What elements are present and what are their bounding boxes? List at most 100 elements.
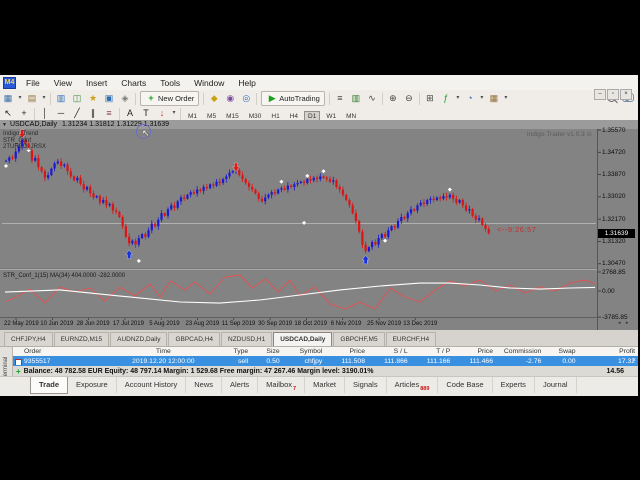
menu-view[interactable]: View [47,78,79,88]
chart-tab-eurchf-h4[interactable]: EURCHF,H4 [386,332,436,346]
time-scale-label: 11 Sep 2019 [222,321,256,327]
metaeditor-icon[interactable]: ◆ [207,92,221,105]
autotrading-label: AutoTrading [279,94,320,103]
scroll-arrows[interactable]: ◂ ▸ [618,320,630,326]
column-header-order[interactable]: Order [13,347,110,356]
menu-file[interactable]: File [19,78,47,88]
menu-charts[interactable]: Charts [114,78,153,88]
chart-canvas[interactable] [0,129,638,330]
column-header-size[interactable]: Size [251,347,282,356]
label-tool-icon[interactable]: T [139,107,153,120]
new-chart-icon[interactable]: ▦ [1,92,15,105]
channel-tool-icon[interactable]: ∥ [86,107,100,120]
profiles-icon[interactable]: ▤ [25,92,39,105]
chart-tab-audnzd-daily[interactable]: AUDNZD,Daily [110,332,167,346]
terminal-tab-journal[interactable]: Journal [535,377,577,393]
time-scale-label: 17 Jul 2019 [113,321,144,327]
terminal-tab-articles[interactable]: Articles889 [387,377,439,393]
zoom-out-icon[interactable]: ⊖ [402,92,416,105]
menu-window[interactable]: Window [187,78,231,88]
candle-chart-icon[interactable]: ▥ [349,92,363,105]
text-tool-icon[interactable]: A [123,107,137,120]
time-scale-label: 18 Oct 2019 [294,321,327,327]
time-scale-label: 23 Aug 2019 [186,321,220,327]
order-row[interactable]: 93555172019.12.20 12:00:00sell0.50chfjpy… [13,356,638,366]
horizontal-line-tool-icon[interactable]: ─ [54,107,68,120]
minimize-button[interactable]: – [594,89,606,100]
menu-help[interactable]: Help [231,78,262,88]
indicators-dropdown-icon[interactable]: ▾ [455,92,461,105]
terminal-tab-alerts[interactable]: Alerts [222,377,258,393]
chart-tab-nzdusd-h1[interactable]: NZDUSD,H1 [221,332,272,346]
chart-marker-diamond [383,239,387,243]
menu-tools[interactable]: Tools [153,78,187,88]
menu-insert[interactable]: Insert [79,78,114,88]
column-header-time[interactable]: Time [110,347,217,356]
terminal-tab-mailbox[interactable]: Mailbox7 [258,377,305,393]
arrows-tool-icon[interactable]: ↓ [155,107,169,120]
chart-tab-chfjpy-h4[interactable]: CHFJPY,H4 [4,332,53,346]
column-header-commission[interactable]: Commission [496,347,544,356]
close-button[interactable]: × [620,89,632,100]
terminal-tab-code-base[interactable]: Code Base [438,377,492,393]
navigator-icon[interactable]: ★ [86,92,100,105]
order-cell-7: 111.166 [411,357,454,365]
terminal-tab-signals[interactable]: Signals [345,377,387,393]
arrows-dropdown-icon[interactable]: ▾ [171,107,177,120]
market-watch-icon[interactable]: ▥ [54,92,68,105]
periods-icon[interactable]: ◔ [463,92,477,105]
templates-icon[interactable]: ▦ [487,92,501,105]
chart-marker-diamond [4,164,8,168]
restore-button[interactable]: ▫ [607,89,619,100]
line-studies-toolbar: ↖ + │ ─ ╱ ∥ ≡ A T ↓ ▾ M1M5M15M30H1H4D1W1… [0,107,638,121]
mql-community-icon[interactable]: ◉ [223,92,237,105]
chart-tab-gbpcad-h4[interactable]: GBPCAD,H4 [168,332,220,346]
terminal-tab-experts[interactable]: Experts [493,377,535,393]
column-header-swap[interactable]: Swap [544,347,578,356]
chart-dropdown-icon[interactable]: ▼ [2,122,7,128]
chart-tab-eurnzd-m15[interactable]: EURNZD,M15 [54,332,110,346]
trendline-tool-icon[interactable]: ╱ [70,107,84,120]
terminal-tab-news[interactable]: News [186,377,222,393]
profiles-dropdown-icon[interactable]: ▾ [41,92,47,105]
terminal-tab-trade[interactable]: Trade [30,377,68,394]
periods-dropdown-icon[interactable]: ▾ [479,92,485,105]
column-header-price[interactable]: Price [453,347,496,356]
chart-area[interactable]: Indigo_TrendSTR_Conf2TURBO_JRSX Indigo.T… [0,129,638,330]
bar-chart-icon[interactable]: ≡ [333,92,347,105]
line-chart-icon[interactable]: ∿ [365,92,379,105]
chart-tab-gbpchf-m5[interactable]: GBPCHF,M5 [333,332,384,346]
terminal-tab-account-history[interactable]: Account History [117,377,187,393]
column-header-symbol[interactable]: Symbol [283,347,326,356]
zoom-in-icon[interactable]: ⊕ [386,92,400,105]
column-header-price[interactable]: Price [325,347,368,356]
data-window-icon[interactable]: ◫ [70,92,84,105]
close-order-icon[interactable]: × [632,357,636,364]
price-scale-label: 1.34720 [602,149,626,156]
new-chart-dropdown-icon[interactable]: ▾ [17,92,23,105]
fibonacci-tool-icon[interactable]: ≡ [102,107,116,120]
terminal-tab-market[interactable]: Market [305,377,345,393]
chart-tab-usdcad-daily[interactable]: USDCAD,Daily [273,332,332,346]
crosshair-tool-icon[interactable]: + [17,107,31,120]
new-order-label: New Order [158,94,194,103]
templates-dropdown-icon[interactable]: ▾ [503,92,509,105]
candle-countdown-label: <--9:26:57 [497,225,536,234]
column-header-type[interactable]: Type [217,347,251,356]
column-header-s-l[interactable]: S / L [368,347,411,356]
strategy-tester-icon[interactable]: ◈ [118,92,132,105]
terminal-icon[interactable]: ▣ [102,92,116,105]
pane-divider[interactable] [0,268,597,270]
tile-windows-icon[interactable]: ⊞ [423,92,437,105]
terminal-tab-exposure[interactable]: Exposure [68,377,117,393]
price-scale-label: 1.35570 [602,127,626,134]
indicators-icon[interactable]: ƒ [439,92,453,105]
cursor-tool-icon[interactable]: ↖ [1,107,15,120]
column-header-profit[interactable]: Profit [579,347,638,356]
overlay-indicator-name: 2TURBO_JRSX [3,144,46,151]
terminal-tab-bar: TradeExposureAccount HistoryNewsAlertsMa… [0,376,638,396]
column-header-t-p[interactable]: T / P [411,347,454,356]
order-cell-4: chfjpy [283,357,326,365]
mql-website-icon[interactable]: ◎ [239,92,253,105]
vertical-line-tool-icon[interactable]: │ [38,107,52,120]
